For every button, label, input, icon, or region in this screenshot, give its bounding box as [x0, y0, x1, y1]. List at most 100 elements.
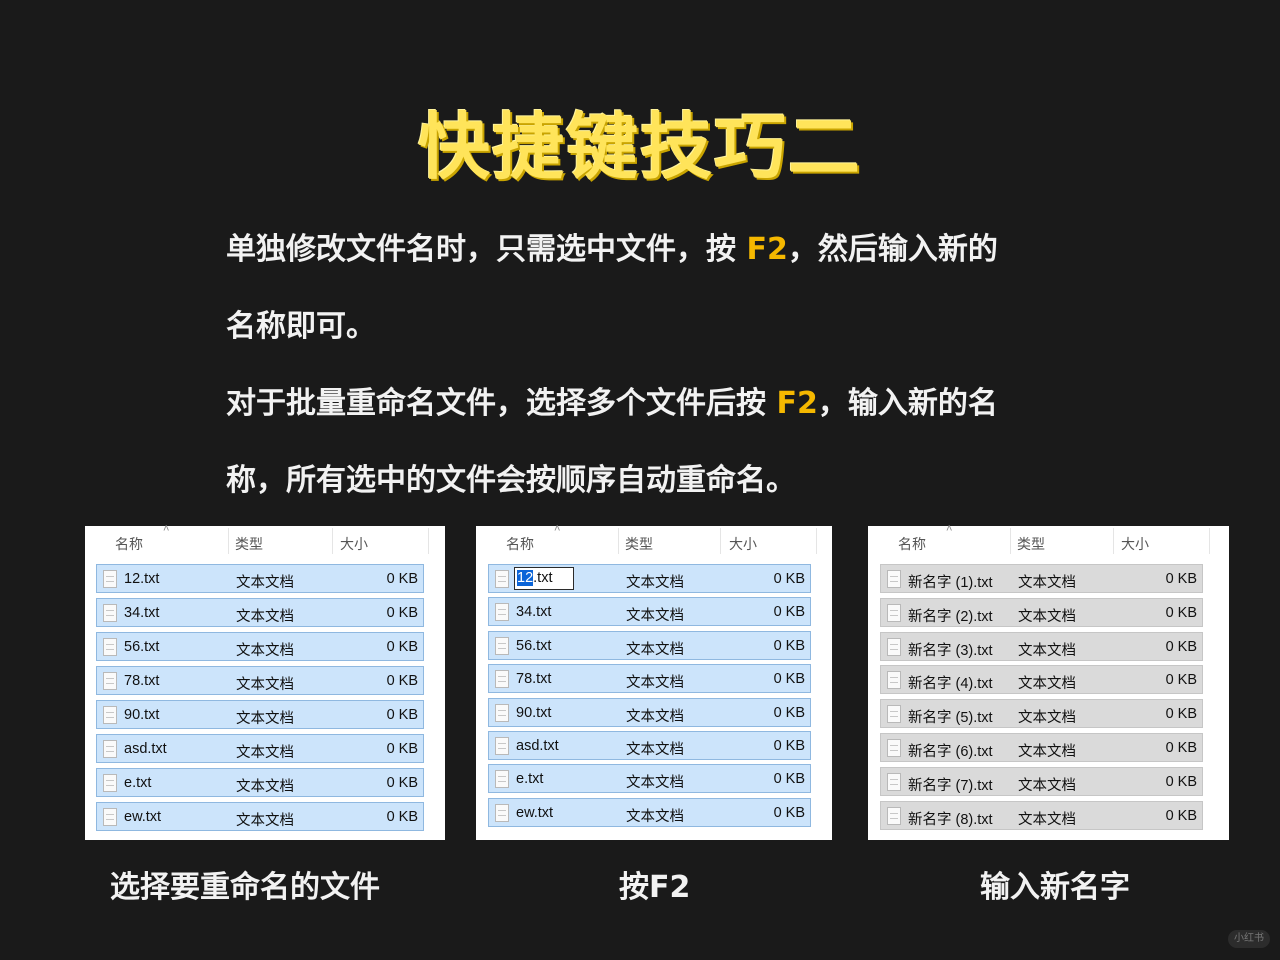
file-type: 文本文档: [236, 813, 294, 829]
column-size-header[interactable]: 大小: [340, 534, 368, 554]
paragraph-1-line-2: 名称即可。: [226, 309, 376, 344]
file-row[interactable]: e.txt 文本文档 0 KB: [96, 768, 424, 797]
file-type: 文本文档: [1018, 744, 1076, 760]
f2-key-highlight: F2: [746, 232, 788, 267]
file-row[interactable]: 新名字 (5).txt 文本文档 0 KB: [880, 699, 1203, 729]
text-file-icon: [887, 637, 901, 656]
file-row[interactable]: 12.txt 文本文档 0 KB: [96, 564, 424, 593]
column-divider[interactable]: [720, 528, 721, 554]
file-size: 0 KB: [773, 571, 805, 587]
file-row[interactable]: ew.txt 文本文档 0 KB: [96, 802, 424, 831]
column-type-header[interactable]: 类型: [235, 534, 263, 554]
paragraph-2-line-2: 称，所有选中的文件会按顺序自动重命名。: [226, 463, 796, 498]
file-size: 0 KB: [1165, 740, 1197, 756]
text-file-icon: [103, 638, 117, 656]
file-size: 0 KB: [1165, 706, 1197, 723]
file-row[interactable]: 新名字 (7).txt 文本文档 0 KB: [880, 766, 1203, 796]
column-divider[interactable]: [1010, 528, 1011, 554]
selected-text: 12: [517, 570, 534, 586]
file-row[interactable]: 12.txt 文本文档 0 KB: [488, 564, 811, 593]
file-row[interactable]: ew.txt 文本文档 0 KB: [488, 797, 811, 827]
file-type: 文本文档: [1018, 811, 1076, 828]
file-name: e.txt: [124, 775, 152, 791]
file-size: 0 KB: [773, 637, 805, 654]
page-title: 快捷键技巧二: [417, 105, 862, 189]
text-file-icon: [887, 806, 901, 825]
file-row[interactable]: 90.txt 文本文档 0 KB: [96, 700, 424, 729]
rename-input[interactable]: 12.txt: [514, 567, 574, 590]
file-size: 0 KB: [773, 738, 805, 754]
column-divider[interactable]: [816, 528, 817, 554]
file-size: 0 KB: [773, 771, 805, 788]
watermark-logo: 小红书: [1228, 930, 1270, 948]
file-size: 0 KB: [386, 741, 418, 757]
file-type: 文本文档: [236, 711, 294, 727]
file-row[interactable]: 新名字 (4).txt 文本文档 0 KB: [880, 665, 1203, 695]
column-divider[interactable]: [618, 528, 619, 554]
file-name: 34.txt: [516, 604, 552, 621]
caption-press-f2: 按F2: [619, 870, 691, 905]
column-size-header[interactable]: 大小: [1121, 534, 1149, 554]
column-divider[interactable]: [1113, 528, 1114, 554]
text-file-icon: [103, 672, 117, 690]
file-list-panel-renamed: 名称 ˄ 类型 大小 新名字 (1).txt 文本文档 0 KB 新名字 (2).tx…: [868, 523, 1229, 840]
text-file-icon: [887, 772, 901, 791]
file-row[interactable]: 90.txt 文本文档 0 KB: [488, 697, 811, 727]
file-row[interactable]: 新名字 (6).txt 文本文档 0 KB: [880, 733, 1203, 762]
paragraph-text: ，然后输入新的: [787, 232, 998, 267]
file-row[interactable]: 新名字 (8).txt 文本文档 0 KB: [880, 800, 1203, 830]
column-divider[interactable]: [428, 528, 429, 554]
file-row[interactable]: 34.txt 文本文档 0 KB: [96, 598, 424, 627]
column-type-header[interactable]: 类型: [625, 534, 653, 554]
text-file-icon: [495, 803, 509, 822]
file-row[interactable]: asd.txt 文本文档 0 KB: [488, 731, 811, 760]
column-divider[interactable]: [228, 528, 229, 554]
text-file-icon: [495, 603, 509, 622]
page: 快捷键技巧二 单独修改文件名时，只需选中文件，按 F2，然后输入新的 名称即可。…: [0, 0, 1280, 960]
text-file-icon: [495, 703, 509, 722]
file-list-panel-rename: 名称 ˄ 类型 大小 12.txt 文本文档 0 KB 34.txt 文本文档 0 KB 5…: [476, 523, 832, 840]
column-divider[interactable]: [1209, 528, 1210, 554]
file-type: 文本文档: [236, 779, 294, 795]
text-file-icon: [103, 774, 117, 792]
column-divider[interactable]: [332, 528, 333, 554]
file-size: 0 KB: [386, 707, 418, 723]
sort-up-icon: ˄: [554, 523, 561, 535]
column-name-header[interactable]: 名称: [115, 534, 143, 554]
extension-text: .txt: [533, 570, 553, 586]
file-row[interactable]: 56.txt 文本文档 0 KB: [96, 632, 424, 661]
file-row[interactable]: 78.txt 文本文档 0 KB: [96, 666, 424, 695]
file-row[interactable]: 56.txt 文本文档 0 KB: [488, 630, 811, 660]
file-size: 0 KB: [1165, 638, 1197, 655]
caption-new-name: 输入新名字: [980, 870, 1130, 905]
file-row[interactable]: 78.txt 文本文档 0 KB: [488, 664, 811, 694]
file-type: 文本文档: [236, 643, 294, 659]
file-row[interactable]: 新名字 (1).txt 文本文档 0 KB: [880, 564, 1203, 593]
file-size: 0 KB: [386, 809, 418, 825]
file-type: 文本文档: [1018, 642, 1076, 659]
file-type: 文本文档: [626, 742, 684, 758]
file-name: 90.txt: [516, 704, 552, 721]
column-name-header[interactable]: 名称: [898, 534, 926, 554]
column-name-header[interactable]: 名称: [506, 534, 534, 554]
file-type: 文本文档: [236, 609, 294, 625]
file-type: 文本文档: [236, 575, 294, 591]
file-size: 0 KB: [386, 571, 418, 587]
caption-select: 选择要重命名的文件: [110, 870, 380, 905]
file-type: 文本文档: [626, 575, 684, 591]
sort-up-icon: ˄: [163, 523, 170, 535]
file-name: 90.txt: [124, 707, 160, 723]
file-row[interactable]: 新名字 (2).txt 文本文档 0 KB: [880, 597, 1203, 627]
text-file-icon: [887, 739, 901, 757]
file-row[interactable]: 新名字 (3).txt 文本文档 0 KB: [880, 631, 1203, 661]
file-name: 新名字 (6).txt: [908, 744, 993, 760]
text-file-icon: [887, 603, 901, 622]
file-size: 0 KB: [386, 605, 418, 621]
column-size-header[interactable]: 大小: [729, 534, 757, 554]
file-type: 文本文档: [626, 675, 684, 692]
file-row[interactable]: e.txt 文本文档 0 KB: [488, 764, 811, 794]
file-row[interactable]: asd.txt 文本文档 0 KB: [96, 734, 424, 763]
file-row[interactable]: 34.txt 文本文档 0 KB: [488, 597, 811, 627]
column-type-header[interactable]: 类型: [1017, 534, 1045, 554]
file-name: 新名字 (8).txt: [908, 811, 993, 828]
